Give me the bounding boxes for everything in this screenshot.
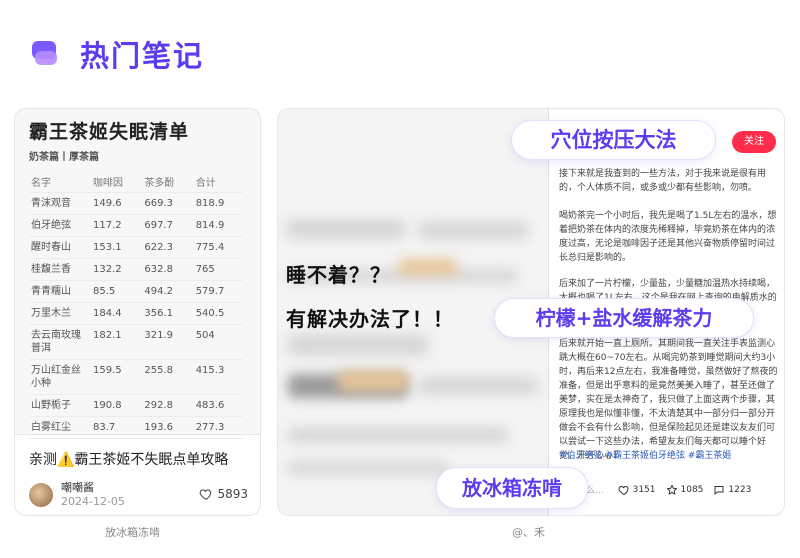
table-cell: 483.6 <box>195 400 225 411</box>
table-cell: 540.5 <box>195 308 225 319</box>
table-cell: 814.9 <box>195 220 225 231</box>
table-cell: 万里木兰 <box>31 308 71 319</box>
note-paragraph: 喝奶茶完一个小时后，我先是喝了1.5L左右的温水，想着把奶茶在体内的浓度先稀释掉… <box>559 211 777 263</box>
hot-notes-logo-icon <box>30 37 64 71</box>
table-cell: 149.6 <box>93 198 122 209</box>
note-card-right[interactable]: 睡不着？？ 有解决办法了！！ 关注 接下来就是我查到的一些方法，对于我来说是很有… <box>277 108 785 516</box>
table-row: 桂馥兰香 132.2 632.8 765 <box>29 259 243 281</box>
note-paragraph: 后来就开始一直上厕所。其期间我一直关注手表监测心跳大概在60~70左右。从喝完奶… <box>559 339 778 461</box>
post-date: 2024-12-05 <box>61 495 125 508</box>
table-row: 山野栀子 190.8 292.8 483.6 <box>29 395 243 417</box>
table-cell: 669.3 <box>144 198 173 209</box>
heart-icon <box>618 485 629 495</box>
comment-icon <box>714 485 724 495</box>
table-cell: 775.4 <box>195 242 225 253</box>
table-row: 青青糯山 85.5 494.2 579.7 <box>29 281 243 303</box>
section-header: 热门笔记 <box>30 30 204 78</box>
follow-button[interactable]: 关注 <box>732 131 776 153</box>
interaction-bar: 说点什么... 3151 1085 1223 <box>559 483 783 496</box>
author-info[interactable]: 嘲嘲酱 2024-12-05 <box>29 481 125 509</box>
note-cover-image: 霸王茶姬失眠清单 奶茶篇丨厚茶篇 名字 咖啡因 茶多酚 合计 青沫观音 149.6… <box>15 109 260 439</box>
left-card-footer-label: 放冰箱冻啃 <box>105 526 160 539</box>
table-cell: 190.8 <box>93 400 122 411</box>
table-cell: 153.1 <box>93 242 122 253</box>
table-cell: 415.3 <box>195 365 225 376</box>
note-caption[interactable]: 亲测⚠️霸王茶姬不失眠点单攻略 <box>29 449 228 469</box>
table-cell: 182.1 <box>93 330 122 341</box>
table-row: 去云南玫瑰普洱 182.1 321.9 504 <box>29 325 243 360</box>
table-cell: 193.6 <box>144 422 173 433</box>
table-row: 青沫观音 149.6 669.3 818.9 <box>29 193 243 215</box>
card-divider <box>15 434 260 435</box>
author-name[interactable]: 嘲嘲酱 <box>61 481 125 495</box>
table-row: 醒时春山 153.1 622.3 775.4 <box>29 237 243 259</box>
note-card-left[interactable]: 霸王茶姬失眠清单 奶茶篇丨厚茶篇 名字 咖啡因 茶多酚 合计 青沫观音 149.6… <box>14 108 261 516</box>
note-paragraph: 接下来就是我查到的一些方法，对于我来说是很有用的，个人体质不同，或多或少都有些影… <box>559 169 767 193</box>
table-cell: 132.2 <box>93 264 122 275</box>
table-header-cell: 合计 <box>195 178 216 189</box>
highlight-pill-bottom: 放冰箱冻啃 <box>436 467 588 509</box>
table-cell: 去云南玫瑰普洱 <box>31 330 81 354</box>
table-cell: 白雾红尘 <box>31 422 71 433</box>
table-cell: 579.7 <box>195 286 225 297</box>
table-cell: 83.7 <box>93 422 116 433</box>
star-stat[interactable]: 1085 <box>666 483 704 496</box>
table-header-cell: 茶多酚 <box>144 178 175 189</box>
highlight-pill-top: 穴位按压大法 <box>511 120 716 160</box>
comment-count: 1223 <box>728 484 752 495</box>
table-cell: 356.1 <box>144 308 173 319</box>
heart-icon <box>200 489 212 500</box>
table-row: 伯牙绝弦 117.2 697.7 814.9 <box>29 215 243 237</box>
cover-subtitle: 奶茶篇丨厚茶篇 <box>29 152 99 163</box>
table-row: 万里木兰 184.4 356.1 540.5 <box>29 303 243 325</box>
table-cell: 184.4 <box>93 308 122 319</box>
table-cell: 青青糯山 <box>31 286 71 297</box>
table-cell: 醒时春山 <box>31 242 71 253</box>
table-cell: 117.2 <box>93 220 122 231</box>
table-row: 白雾红尘 83.7 193.6 277.3 <box>29 417 243 439</box>
table-cell: 伯牙绝弦 <box>31 220 71 231</box>
star-icon <box>666 483 677 495</box>
table-cell: 321.9 <box>144 330 173 341</box>
overlay-text-line2: 有解决办法了！！ <box>286 307 454 331</box>
highlight-pill-middle: 柠檬+盐水缓解茶力 <box>494 298 754 338</box>
table-cell: 494.2 <box>144 286 173 297</box>
table-cell: 292.8 <box>144 400 173 411</box>
note-tags[interactable]: #伯牙绝弦 #霸王茶姬伯牙绝弦 #霸王茶姬 <box>559 449 779 463</box>
table-cell: 桂馥兰香 <box>31 264 71 275</box>
table-cell: 765 <box>195 264 215 275</box>
table-header-cell: 咖啡因 <box>93 178 123 189</box>
table-cell: 山野栀子 <box>31 400 71 411</box>
table-cell: 万山红金丝小种 <box>31 365 81 389</box>
like-count: 3151 <box>632 484 656 495</box>
table-cell: 504 <box>195 330 215 341</box>
cover-title: 霸王茶姬失眠清单 <box>29 121 190 143</box>
table-cell: 85.5 <box>93 286 116 297</box>
caffeine-table: 名字 咖啡因 茶多酚 合计 青沫观音 149.6 669.3 818.9 伯牙绝弦 117… <box>29 171 243 439</box>
overlay-text-line1: 睡不着？？ <box>286 263 391 287</box>
table-cell: 697.7 <box>144 220 173 231</box>
table-cell: 159.5 <box>93 365 122 376</box>
avatar[interactable] <box>29 483 53 507</box>
comment-stat[interactable]: 1223 <box>713 484 751 496</box>
table-cell: 818.9 <box>195 198 225 209</box>
table-header-cell: 名字 <box>31 178 51 189</box>
table-cell: 632.8 <box>144 264 173 275</box>
like-stat[interactable]: 3151 <box>618 484 656 496</box>
table-cell: 255.8 <box>144 365 173 376</box>
section-title: 热门笔记 <box>80 39 205 73</box>
table-cell: 青沫观音 <box>31 198 71 209</box>
table-cell: 622.3 <box>144 242 173 253</box>
star-count: 1085 <box>680 484 704 495</box>
like-count: 5893 <box>217 487 248 501</box>
right-card-footer-label: @、禾 <box>512 526 545 539</box>
table-row: 万山红金丝小种 159.5 255.8 415.3 <box>29 360 243 395</box>
like-button[interactable]: 5893 <box>199 487 248 501</box>
table-cell: 277.3 <box>195 422 225 433</box>
